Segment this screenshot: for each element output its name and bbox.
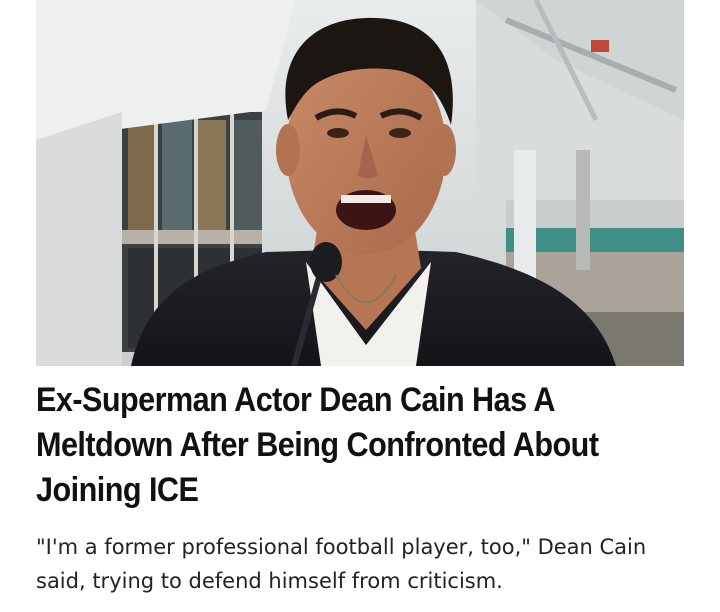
article-card[interactable]: Ex-Superman Actor Dean Cain Has A Meltdo… (0, 0, 720, 612)
hero-photo-illustration (36, 0, 684, 366)
article-headline[interactable]: Ex-Superman Actor Dean Cain Has A Meltdo… (36, 378, 684, 513)
hero-photo[interactable] (36, 0, 684, 366)
article-dek: "I'm a former professional football play… (36, 535, 647, 593)
